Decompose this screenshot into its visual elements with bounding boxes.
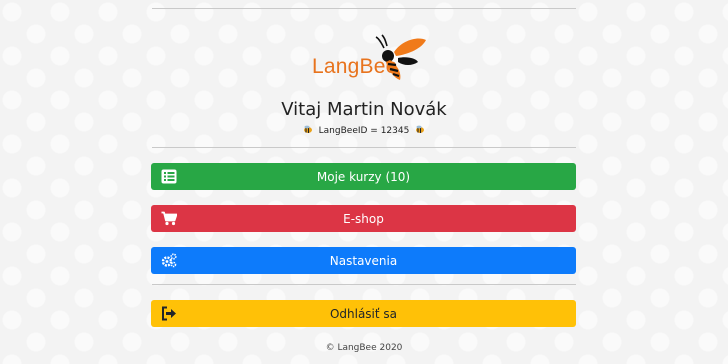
settings-label: Nastavenia <box>329 253 398 268</box>
menu-divider <box>152 284 576 285</box>
logout-button[interactable]: Odhlásiť sa <box>151 300 576 327</box>
my-courses-label: Moje kurzy (10) <box>316 169 411 184</box>
welcome-heading: Vitaj Martin Novák <box>0 99 728 120</box>
list-icon <box>161 169 177 184</box>
bee-icon <box>375 34 426 80</box>
welcome-divider <box>152 147 576 148</box>
logout-label: Odhlásiť sa <box>329 306 398 321</box>
my-courses-button[interactable]: Moje kurzy (10) <box>151 163 576 190</box>
greeting-text: Vitaj <box>281 99 322 120</box>
eshop-label: E-shop <box>343 211 384 226</box>
langbee-logo: LangBee <box>310 34 430 84</box>
gears-icon <box>161 253 177 268</box>
user-name: Martin Novák <box>327 99 447 120</box>
cart-icon <box>161 211 177 226</box>
footer-copyright: © LangBee 2020 <box>325 343 403 353</box>
user-id-line: LangBeeID = 12345 <box>0 125 728 136</box>
user-id-text: LangBeeID = 12345 <box>318 126 410 136</box>
eshop-button[interactable]: E-shop <box>151 205 576 232</box>
settings-button[interactable]: Nastavenia <box>151 247 576 274</box>
top-divider <box>152 8 576 9</box>
bee-icon <box>303 125 312 133</box>
bee-icon <box>416 125 425 133</box>
sign-out-icon <box>162 306 176 321</box>
